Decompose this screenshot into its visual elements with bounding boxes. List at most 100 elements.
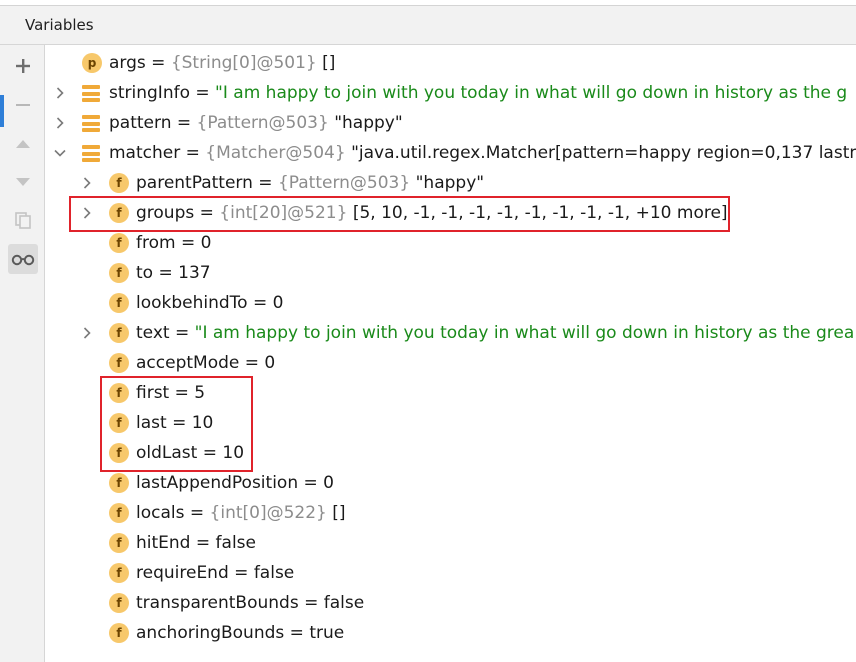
- variable-name: lookbehindTo: [136, 293, 248, 313]
- chevron-down-icon[interactable]: [54, 147, 66, 159]
- variable-name: to: [136, 263, 154, 283]
- equals-sign: =: [169, 323, 195, 343]
- variable-row-lastAppendPosition[interactable]: f lastAppendPosition = 0: [45, 468, 856, 498]
- variable-row-text[interactable]: f text = "I am happy to join with you tod…: [45, 318, 856, 348]
- variable-value: false: [253, 563, 295, 583]
- equals-sign: =: [298, 473, 324, 493]
- variable-value: 0: [323, 473, 334, 493]
- variable-row-stringInfo[interactable]: stringInfo = "I am happy to join with yo…: [45, 78, 856, 108]
- chevron-right-icon[interactable]: [81, 207, 93, 219]
- equals-sign: =: [228, 563, 254, 583]
- variable-name: hitEnd: [136, 533, 191, 553]
- chevron-right-icon[interactable]: [81, 327, 93, 339]
- field-icon: f: [109, 233, 129, 253]
- minus-icon[interactable]: [8, 90, 38, 120]
- variable-name: locals: [136, 503, 185, 523]
- variable-row-transparentBounds[interactable]: f transparentBounds = false: [45, 588, 856, 618]
- panel-title: Variables: [25, 16, 94, 34]
- variable-text: hitEnd = false: [136, 528, 256, 558]
- variable-value: "I am happy to join with you today in wh…: [194, 323, 855, 343]
- variable-row-locals[interactable]: f locals = {int[0]@522} []: [45, 498, 856, 528]
- variable-name: requireEnd: [136, 563, 229, 583]
- glasses-icon[interactable]: [8, 244, 38, 274]
- variable-type: {int[0]@522}: [209, 503, 333, 523]
- variable-text: requireEnd = false: [136, 558, 294, 588]
- equals-sign: =: [239, 353, 265, 373]
- field-icon: f: [109, 263, 129, 283]
- plus-icon[interactable]: [8, 51, 38, 81]
- debug-toolbar: [0, 45, 45, 662]
- variable-row-hitEnd[interactable]: f hitEnd = false: [45, 528, 856, 558]
- variable-type: {int[20]@521}: [219, 203, 353, 223]
- variable-value: 0: [264, 353, 276, 373]
- variable-row-acceptMode[interactable]: f acceptMode = 0: [45, 348, 856, 378]
- chevron-right-icon[interactable]: [54, 117, 66, 129]
- variable-type: {String[0]@501}: [170, 53, 323, 73]
- variable-value: []: [332, 503, 346, 523]
- active-marker: [0, 95, 4, 127]
- variable-row-from[interactable]: f from = 0: [45, 228, 856, 258]
- variable-text: first = 5: [136, 378, 205, 408]
- variable-type: {Pattern@503}: [196, 113, 335, 133]
- chevron-right-icon[interactable]: [54, 87, 66, 99]
- watch-stack-icon: [82, 85, 100, 102]
- variable-text: groups = {int[20]@521} [5, 10, -1, -1, -…: [136, 198, 728, 228]
- variable-row-anchoringBounds[interactable]: f anchoringBounds = true: [45, 618, 856, 648]
- variable-row-first[interactable]: f first = 5: [45, 378, 856, 408]
- variable-text: lookbehindTo = 0: [136, 288, 283, 318]
- field-icon: f: [109, 383, 129, 403]
- variable-row-groups[interactable]: f groups = {int[20]@521} [5, 10, -1, -1, …: [45, 198, 856, 228]
- variables-tree: p args = {String[0]@501} [] stringInfo = "…: [45, 45, 856, 662]
- move-down-icon[interactable]: [8, 167, 38, 197]
- equals-sign: =: [190, 533, 216, 553]
- field-icon: f: [109, 173, 129, 193]
- equals-sign: =: [284, 623, 310, 643]
- variable-value: true: [309, 623, 345, 643]
- variable-value: "happy": [334, 113, 403, 133]
- chevron-right-icon[interactable]: [81, 177, 93, 189]
- variable-row-to[interactable]: f to = 137: [45, 258, 856, 288]
- variable-text: acceptMode = 0: [136, 348, 275, 378]
- equals-sign: =: [175, 233, 201, 253]
- variable-text: text = "I am happy to join with you toda…: [136, 318, 854, 348]
- variable-value: false: [323, 593, 365, 613]
- variable-text: stringInfo = "I am happy to join with yo…: [109, 78, 847, 108]
- variable-type: {Pattern@503}: [277, 173, 416, 193]
- variable-name: text: [136, 323, 170, 343]
- variable-name: groups: [136, 203, 195, 223]
- variable-text: locals = {int[0]@522} []: [136, 498, 346, 528]
- variable-row-oldLast[interactable]: f oldLast = 10: [45, 438, 856, 468]
- equals-sign: =: [247, 293, 273, 313]
- equals-sign: =: [180, 143, 206, 163]
- field-icon: f: [109, 533, 129, 553]
- panel-header: Variables: [0, 6, 856, 45]
- variable-name: pattern: [109, 113, 172, 133]
- variable-row-requireEnd[interactable]: f requireEnd = false: [45, 558, 856, 588]
- parameter-icon: p: [82, 53, 102, 73]
- variable-row-lookbehindTo[interactable]: f lookbehindTo = 0: [45, 288, 856, 318]
- variable-name: last: [136, 413, 167, 433]
- move-up-icon[interactable]: [8, 129, 38, 159]
- variable-row-last[interactable]: f last = 10: [45, 408, 856, 438]
- copy-icon[interactable]: [8, 205, 38, 235]
- variable-value: 0: [200, 233, 212, 253]
- variable-name: transparentBounds: [136, 593, 299, 613]
- variable-row-parentPattern[interactable]: f parentPattern = {Pattern@503} "happy": [45, 168, 856, 198]
- equals-sign: =: [169, 383, 195, 403]
- equals-sign: =: [252, 173, 278, 193]
- field-icon: f: [109, 353, 129, 373]
- variable-text: parentPattern = {Pattern@503} "happy": [136, 168, 484, 198]
- field-icon: f: [109, 593, 129, 613]
- variable-row-args[interactable]: p args = {String[0]@501} []: [45, 48, 856, 78]
- equals-sign: =: [171, 113, 197, 133]
- field-icon: f: [109, 503, 129, 523]
- variable-text: oldLast = 10: [136, 438, 244, 468]
- variable-text: transparentBounds = false: [136, 588, 364, 618]
- variable-row-pattern[interactable]: pattern = {Pattern@503} "happy": [45, 108, 856, 138]
- field-icon: f: [109, 443, 129, 463]
- variable-value: []: [322, 53, 336, 73]
- variable-name: acceptMode: [136, 353, 240, 373]
- variable-row-matcher[interactable]: matcher = {Matcher@504} "java.util.regex…: [45, 138, 856, 168]
- variable-name: oldLast: [136, 443, 198, 463]
- equals-sign: =: [153, 263, 179, 283]
